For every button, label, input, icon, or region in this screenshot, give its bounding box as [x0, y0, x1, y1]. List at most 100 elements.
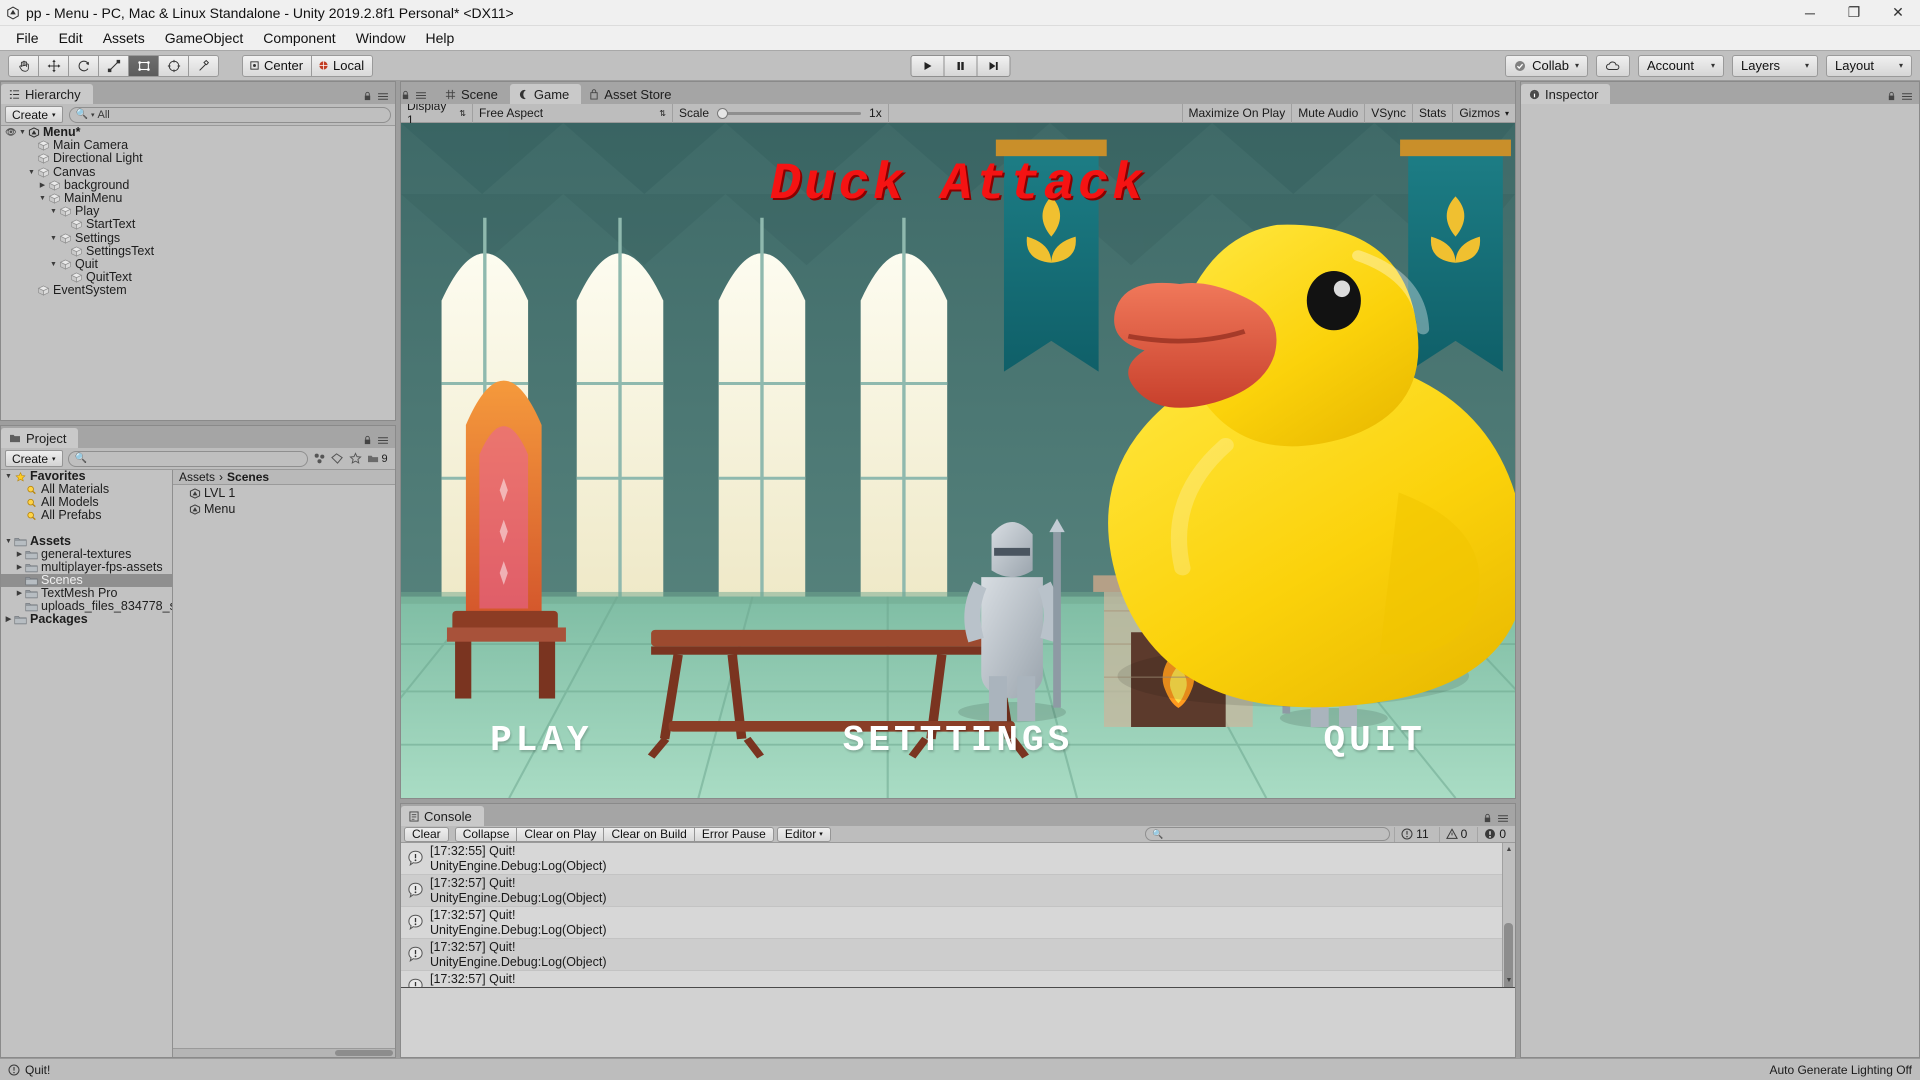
scale-control[interactable]: Scale 1x [673, 103, 889, 123]
hierarchy-item-settingstext[interactable]: SettingsText [1, 244, 395, 258]
pause-button[interactable] [943, 54, 978, 77]
close-button[interactable]: ✕ [1876, 0, 1920, 26]
mute-audio-toggle[interactable]: Mute Audio [1291, 103, 1364, 123]
twirl-open-icon[interactable]: ▼ [48, 258, 59, 271]
cloud-button[interactable] [1596, 54, 1630, 77]
console-error-pause-button[interactable]: Error Pause [693, 826, 774, 842]
project-tree-item-packages[interactable]: ▶ Packages [1, 613, 172, 626]
hierarchy-item-play[interactable]: ▼ Play [1, 204, 395, 218]
project-folder-tree[interactable]: ▼ Favorites All Materials All Models All Pre… [1, 470, 173, 1057]
tab-inspector[interactable]: Inspector [1521, 84, 1611, 104]
vsync-toggle[interactable]: VSync [1364, 103, 1412, 123]
twirl-open-icon[interactable]: ▼ [37, 192, 48, 205]
transform-tool-button[interactable] [158, 54, 189, 77]
twirl-closed-icon[interactable]: ▶ [14, 548, 25, 561]
hierarchy-item-settings[interactable]: ▼ Settings [1, 231, 395, 245]
console-log-list[interactable]: [17:32:55] Quit! UnityEngine.Debug:Log(Ob… [401, 843, 1515, 987]
visibility-icon[interactable]: 👁 [5, 126, 17, 139]
twirl-closed-icon[interactable]: ▶ [37, 179, 48, 192]
project-tree-item-all-prefabs[interactable]: All Prefabs [1, 509, 172, 522]
twirl-open-icon[interactable]: ▼ [3, 535, 14, 548]
menu-item-help[interactable]: Help [415, 28, 464, 48]
console-log-row[interactable]: [17:32:57] Quit!UnityEngine.Debug:Log(Ob… [401, 971, 1515, 987]
scroll-up-arrow[interactable]: ▲ [1503, 843, 1515, 856]
console-error-counter[interactable]: 0 [1477, 826, 1512, 842]
hand-tool-button[interactable] [8, 54, 39, 77]
play-button[interactable] [910, 54, 945, 77]
hierarchy-search-input[interactable]: 🔍 ▾ All [68, 106, 391, 123]
aspect-dropdown[interactable]: Free Aspect ⇅ [473, 103, 673, 123]
twirl-open-icon[interactable]: ▼ [17, 126, 28, 139]
game-canvas[interactable]: Duck Attack Play Setttings Quit [401, 123, 1515, 798]
project-create-button[interactable]: Create ▾ [5, 450, 63, 467]
hierarchy-item-canvas[interactable]: ▼ Canvas [1, 165, 395, 179]
console-collapse-button[interactable]: Collapse [454, 826, 518, 842]
layout-button[interactable]: Layout ▾ [1826, 54, 1912, 77]
maximize-on-play-toggle[interactable]: Maximize On Play [1181, 103, 1292, 123]
hierarchy-item-background[interactable]: ▶ background [1, 178, 395, 192]
scale-slider[interactable] [717, 107, 862, 119]
console-clear-on-build-button[interactable]: Clear on Build [603, 826, 695, 842]
console-warning-counter[interactable]: 0 [1438, 826, 1474, 842]
menu-item-window[interactable]: Window [346, 28, 416, 48]
menu-item-file[interactable]: File [6, 28, 49, 48]
project-file-row[interactable]: Menu [173, 501, 395, 517]
twirl-open-icon[interactable]: ▼ [26, 166, 37, 179]
scrollbar-thumb[interactable] [335, 1050, 393, 1056]
display-dropdown[interactable]: Display 1 ⇅ [401, 99, 473, 127]
project-file-row[interactable]: LVL 1 [173, 485, 395, 501]
hierarchy-item-eventsystem[interactable]: EventSystem [1, 284, 395, 297]
hierarchy-item-mainmenu[interactable]: ▼ MainMenu [1, 191, 395, 205]
console-search-input[interactable]: 🔍 [1145, 827, 1391, 841]
console-log-row[interactable]: [17:32:57] Quit!UnityEngine.Debug:Log(Ob… [401, 907, 1515, 939]
gizmos-dropdown[interactable]: Gizmos ▾ [1452, 103, 1515, 123]
console-log-row[interactable]: [17:32:57] Quit!UnityEngine.Debug:Log(Ob… [401, 875, 1515, 907]
tab-game[interactable]: Game [509, 84, 582, 104]
console-scrollbar[interactable]: ▲ ▼ [1502, 843, 1515, 987]
rect-tool-button[interactable] [128, 54, 159, 77]
tab-project[interactable]: Project [1, 428, 79, 448]
menu-item-edit[interactable]: Edit [49, 28, 93, 48]
minimize-button[interactable]: ─ [1788, 0, 1832, 26]
collab-button[interactable]: Collab ▾ [1505, 54, 1588, 77]
layers-button[interactable]: Layers ▾ [1732, 54, 1818, 77]
twirl-closed-icon[interactable]: ▶ [14, 587, 25, 600]
breadcrumb-root[interactable]: Assets [179, 470, 215, 484]
tab-scene[interactable]: Scene [437, 84, 510, 104]
tab-hierarchy[interactable]: Hierarchy [1, 84, 93, 104]
account-button[interactable]: Account ▾ [1638, 54, 1724, 77]
tab-console[interactable]: Console [401, 806, 484, 826]
pivot-space-button[interactable]: Local [311, 54, 374, 77]
scale-slider-knob[interactable] [717, 107, 729, 119]
hierarchy-item-quit[interactable]: ▼ Quit [1, 257, 395, 271]
rotate-tool-button[interactable] [68, 54, 99, 77]
inspector-body[interactable] [1521, 104, 1919, 1057]
twirl-closed-icon[interactable]: ▶ [14, 561, 25, 574]
console-log-row[interactable]: [17:32:57] Quit!UnityEngine.Debug:Log(Ob… [401, 939, 1515, 971]
stats-toggle[interactable]: Stats [1411, 103, 1452, 123]
twirl-open-icon[interactable]: ▼ [48, 232, 59, 245]
game-stage[interactable]: Duck Attack Play Setttings Quit [401, 123, 1515, 798]
console-clear-on-play-button[interactable]: Clear on Play [516, 826, 605, 842]
hierarchy-create-button[interactable]: Create ▾ [5, 106, 63, 123]
hierarchy-body[interactable]: 👁 ▼ Menu* Main Camera Directional Light ▼ Canv… [1, 126, 395, 420]
twirl-open-icon[interactable]: ▼ [48, 205, 59, 218]
project-tree-item-multiplayer-fps-assets[interactable]: ▶ multiplayer-fps-assets [1, 561, 172, 574]
project-search-input[interactable]: 🔍 [67, 450, 308, 467]
project-horizontal-scrollbar[interactable] [173, 1048, 395, 1057]
console-info-counter[interactable]: 11 [1394, 826, 1434, 842]
console-log-row[interactable]: [17:32:55] Quit! UnityEngine.Debug:Log(Ob… [401, 843, 1515, 875]
tab-asset-store[interactable]: Asset Store [581, 84, 684, 104]
twirl-closed-icon[interactable]: ▶ [3, 613, 14, 626]
hierarchy-item-starttext[interactable]: StartText [1, 218, 395, 231]
hierarchy-item-directional-light[interactable]: Directional Light [1, 152, 395, 165]
scale-tool-button[interactable] [98, 54, 129, 77]
maximize-button[interactable]: ❐ [1832, 0, 1876, 26]
step-button[interactable] [976, 54, 1011, 77]
console-clear-button[interactable]: Clear [404, 826, 449, 842]
menu-item-component[interactable]: Component [253, 28, 345, 48]
pivot-mode-button[interactable]: Center [242, 54, 313, 77]
menu-item-gameobject[interactable]: GameObject [155, 28, 254, 48]
twirl-open-icon[interactable]: ▼ [3, 470, 14, 483]
menu-item-assets[interactable]: Assets [93, 28, 155, 48]
